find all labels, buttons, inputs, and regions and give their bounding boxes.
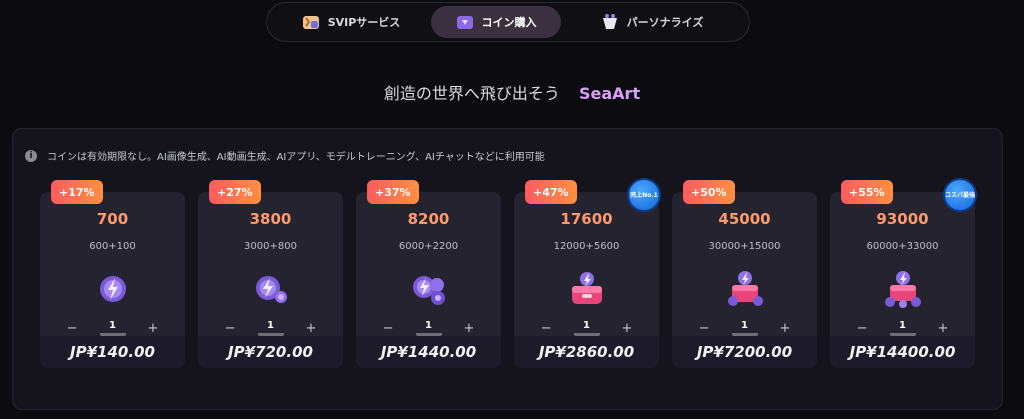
quantity-value[interactable]: 1 [415, 320, 442, 336]
increase-button[interactable]: + [148, 321, 159, 336]
price-label: JP¥1440.00 [356, 336, 501, 368]
personalize-icon [601, 13, 619, 31]
price-label: JP¥720.00 [198, 336, 343, 368]
coin-package-card[interactable]: +17% 700 600+100 − 1 + JP¥140.00 [40, 180, 185, 368]
coin-gem-icon [93, 269, 133, 309]
notice-text: コインは有効期限なし。AI画像生成、AI動画生成、AIアプリ、モデルトレーニング… [47, 152, 545, 163]
quantity-stepper: − 1 + [830, 320, 975, 336]
decrease-button[interactable]: − [541, 321, 552, 336]
price-label: JP¥7200.00 [672, 336, 817, 368]
tab-label: コイン購入 [481, 16, 537, 29]
headline-text: 創造の世界へ飛び出そう [383, 84, 560, 103]
decrease-button[interactable]: − [857, 321, 868, 336]
coin-breakdown: 30000+15000 [708, 241, 781, 252]
quantity-value[interactable]: 1 [257, 320, 284, 336]
quantity-value[interactable]: 1 [99, 320, 126, 336]
price-label: JP¥140.00 [40, 336, 185, 368]
bonus-badge: +37% [367, 180, 419, 204]
best-seller-badge: 売上No.1 [627, 178, 661, 212]
coin-package-card[interactable]: +50% 45000 30000+15000 − 1 + JP¥7200.00 [672, 180, 817, 368]
increase-button[interactable]: + [464, 321, 475, 336]
decrease-button[interactable]: − [67, 321, 78, 336]
svip-icon [302, 13, 320, 31]
price-label: JP¥14400.00 [830, 336, 975, 368]
coin-amount: 45000 [718, 210, 771, 228]
coin-amount: 8200 [407, 210, 450, 228]
coin-notice: i コインは有効期限なし。AI画像生成、AI動画生成、AIアプリ、モデルトレーニ… [25, 148, 545, 163]
coin-breakdown: 600+100 [89, 241, 136, 252]
decrease-button[interactable]: − [699, 321, 710, 336]
coin-breakdown: 6000+2200 [398, 241, 459, 252]
quantity-stepper: − 1 + [198, 320, 343, 336]
purchase-tab-bar: SVIPサービス コイン購入 パーソナライズ [266, 2, 750, 42]
tab-svip-service[interactable]: SVIPサービス [271, 6, 431, 38]
increase-button[interactable]: + [938, 321, 949, 336]
coin-box-icon [725, 269, 765, 309]
bonus-badge: +50% [683, 180, 735, 204]
bonus-badge: +27% [209, 180, 261, 204]
coin-purchase-icon [456, 13, 474, 31]
coin-purchase-panel: i コインは有効期限なし。AI画像生成、AI動画生成、AIアプリ、モデルトレーニ… [12, 128, 1003, 410]
quantity-value[interactable]: 1 [573, 320, 600, 336]
coin-breakdown: 12000+5600 [553, 241, 620, 252]
coin-package-card[interactable]: +47% 売上No.1 17600 12000+5600 − 1 + JP¥28… [514, 178, 661, 368]
increase-button[interactable]: + [306, 321, 317, 336]
decrease-button[interactable]: − [225, 321, 236, 336]
coin-box-icon [567, 269, 607, 309]
bonus-badge: +55% [841, 180, 893, 204]
quantity-value[interactable]: 1 [731, 320, 758, 336]
coin-breakdown: 3000+800 [244, 241, 297, 252]
tab-label: SVIPサービス [327, 16, 401, 29]
quantity-stepper: − 1 + [514, 320, 659, 336]
price-label: JP¥2860.00 [514, 336, 659, 368]
quantity-stepper: − 1 + [40, 320, 185, 336]
best-value-badge: コスパ最強 [943, 178, 977, 212]
bonus-badge: +17% [51, 180, 103, 204]
brand-name: SeaArt [579, 84, 641, 103]
decrease-button[interactable]: − [383, 321, 394, 336]
coin-gem-icon [251, 269, 291, 309]
tab-label: パーソナライズ [626, 16, 704, 29]
coin-breakdown: 60000+33000 [866, 241, 939, 252]
coin-amount: 700 [96, 210, 129, 228]
coin-box-icon [883, 269, 923, 309]
quantity-stepper: − 1 + [356, 320, 501, 336]
quantity-stepper: − 1 + [672, 320, 817, 336]
coin-package-card[interactable]: +55% コスパ最強 93000 60000+33000 − 1 + JP¥14… [830, 178, 977, 368]
tab-personalize[interactable]: パーソナライズ [561, 6, 743, 38]
coin-amount: 17600 [560, 210, 613, 228]
coin-amount: 3800 [249, 210, 292, 228]
info-icon: i [25, 149, 37, 162]
quantity-value[interactable]: 1 [889, 320, 916, 336]
increase-button[interactable]: + [622, 321, 633, 336]
tab-coin-purchase[interactable]: コイン購入 [431, 6, 561, 38]
bonus-badge: +47% [525, 180, 577, 204]
increase-button[interactable]: + [780, 321, 791, 336]
coin-gem-icon [409, 269, 449, 309]
coin-package-card[interactable]: +37% 8200 6000+2200 − 1 + JP¥1440.00 [356, 180, 501, 368]
headline: 創造の世界へ飛び出そう SeaArt [0, 80, 1024, 104]
coin-package-card[interactable]: +27% 3800 3000+800 − 1 + JP¥720.00 [198, 180, 343, 368]
coin-amount: 93000 [876, 210, 929, 228]
